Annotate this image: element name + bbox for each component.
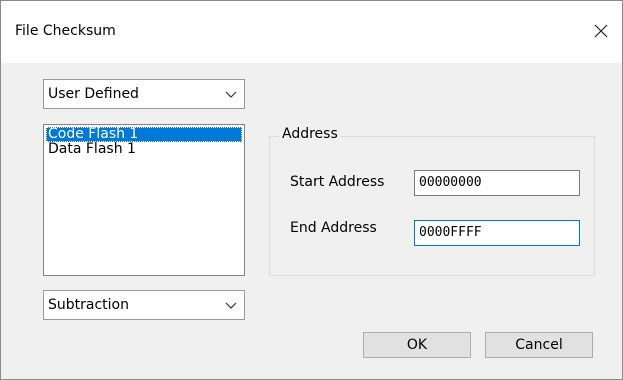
chevron-down-icon [225,91,237,98]
title-bar: File Checksum [1,1,622,63]
file-checksum-dialog: File Checksum User Defined Code Flash 1 … [0,0,623,380]
checksum-method-selected: Subtraction [48,297,129,313]
list-item-data-flash-1[interactable]: Data Flash 1 [46,142,242,157]
dialog-title: File Checksum [15,23,116,39]
area-type-selected: User Defined [48,86,139,102]
area-type-dropdown[interactable]: User Defined [43,79,245,109]
chevron-down-icon [225,302,237,309]
start-address-input[interactable]: 00000000 [414,170,580,196]
list-item-code-flash-1[interactable]: Code Flash 1 [46,127,242,142]
memory-area-list[interactable]: Code Flash 1 Data Flash 1 [43,124,245,276]
cancel-button[interactable]: Cancel [485,332,593,358]
close-button[interactable] [580,11,622,51]
close-icon [594,24,608,38]
address-groupbox [269,136,595,276]
end-address-label: End Address [290,220,377,236]
start-address-label: Start Address [290,174,385,190]
ok-button[interactable]: OK [363,332,471,358]
checksum-method-dropdown[interactable]: Subtraction [43,290,245,320]
end-address-input[interactable]: 0000FFFF [414,220,580,246]
address-group-legend: Address [279,126,341,142]
